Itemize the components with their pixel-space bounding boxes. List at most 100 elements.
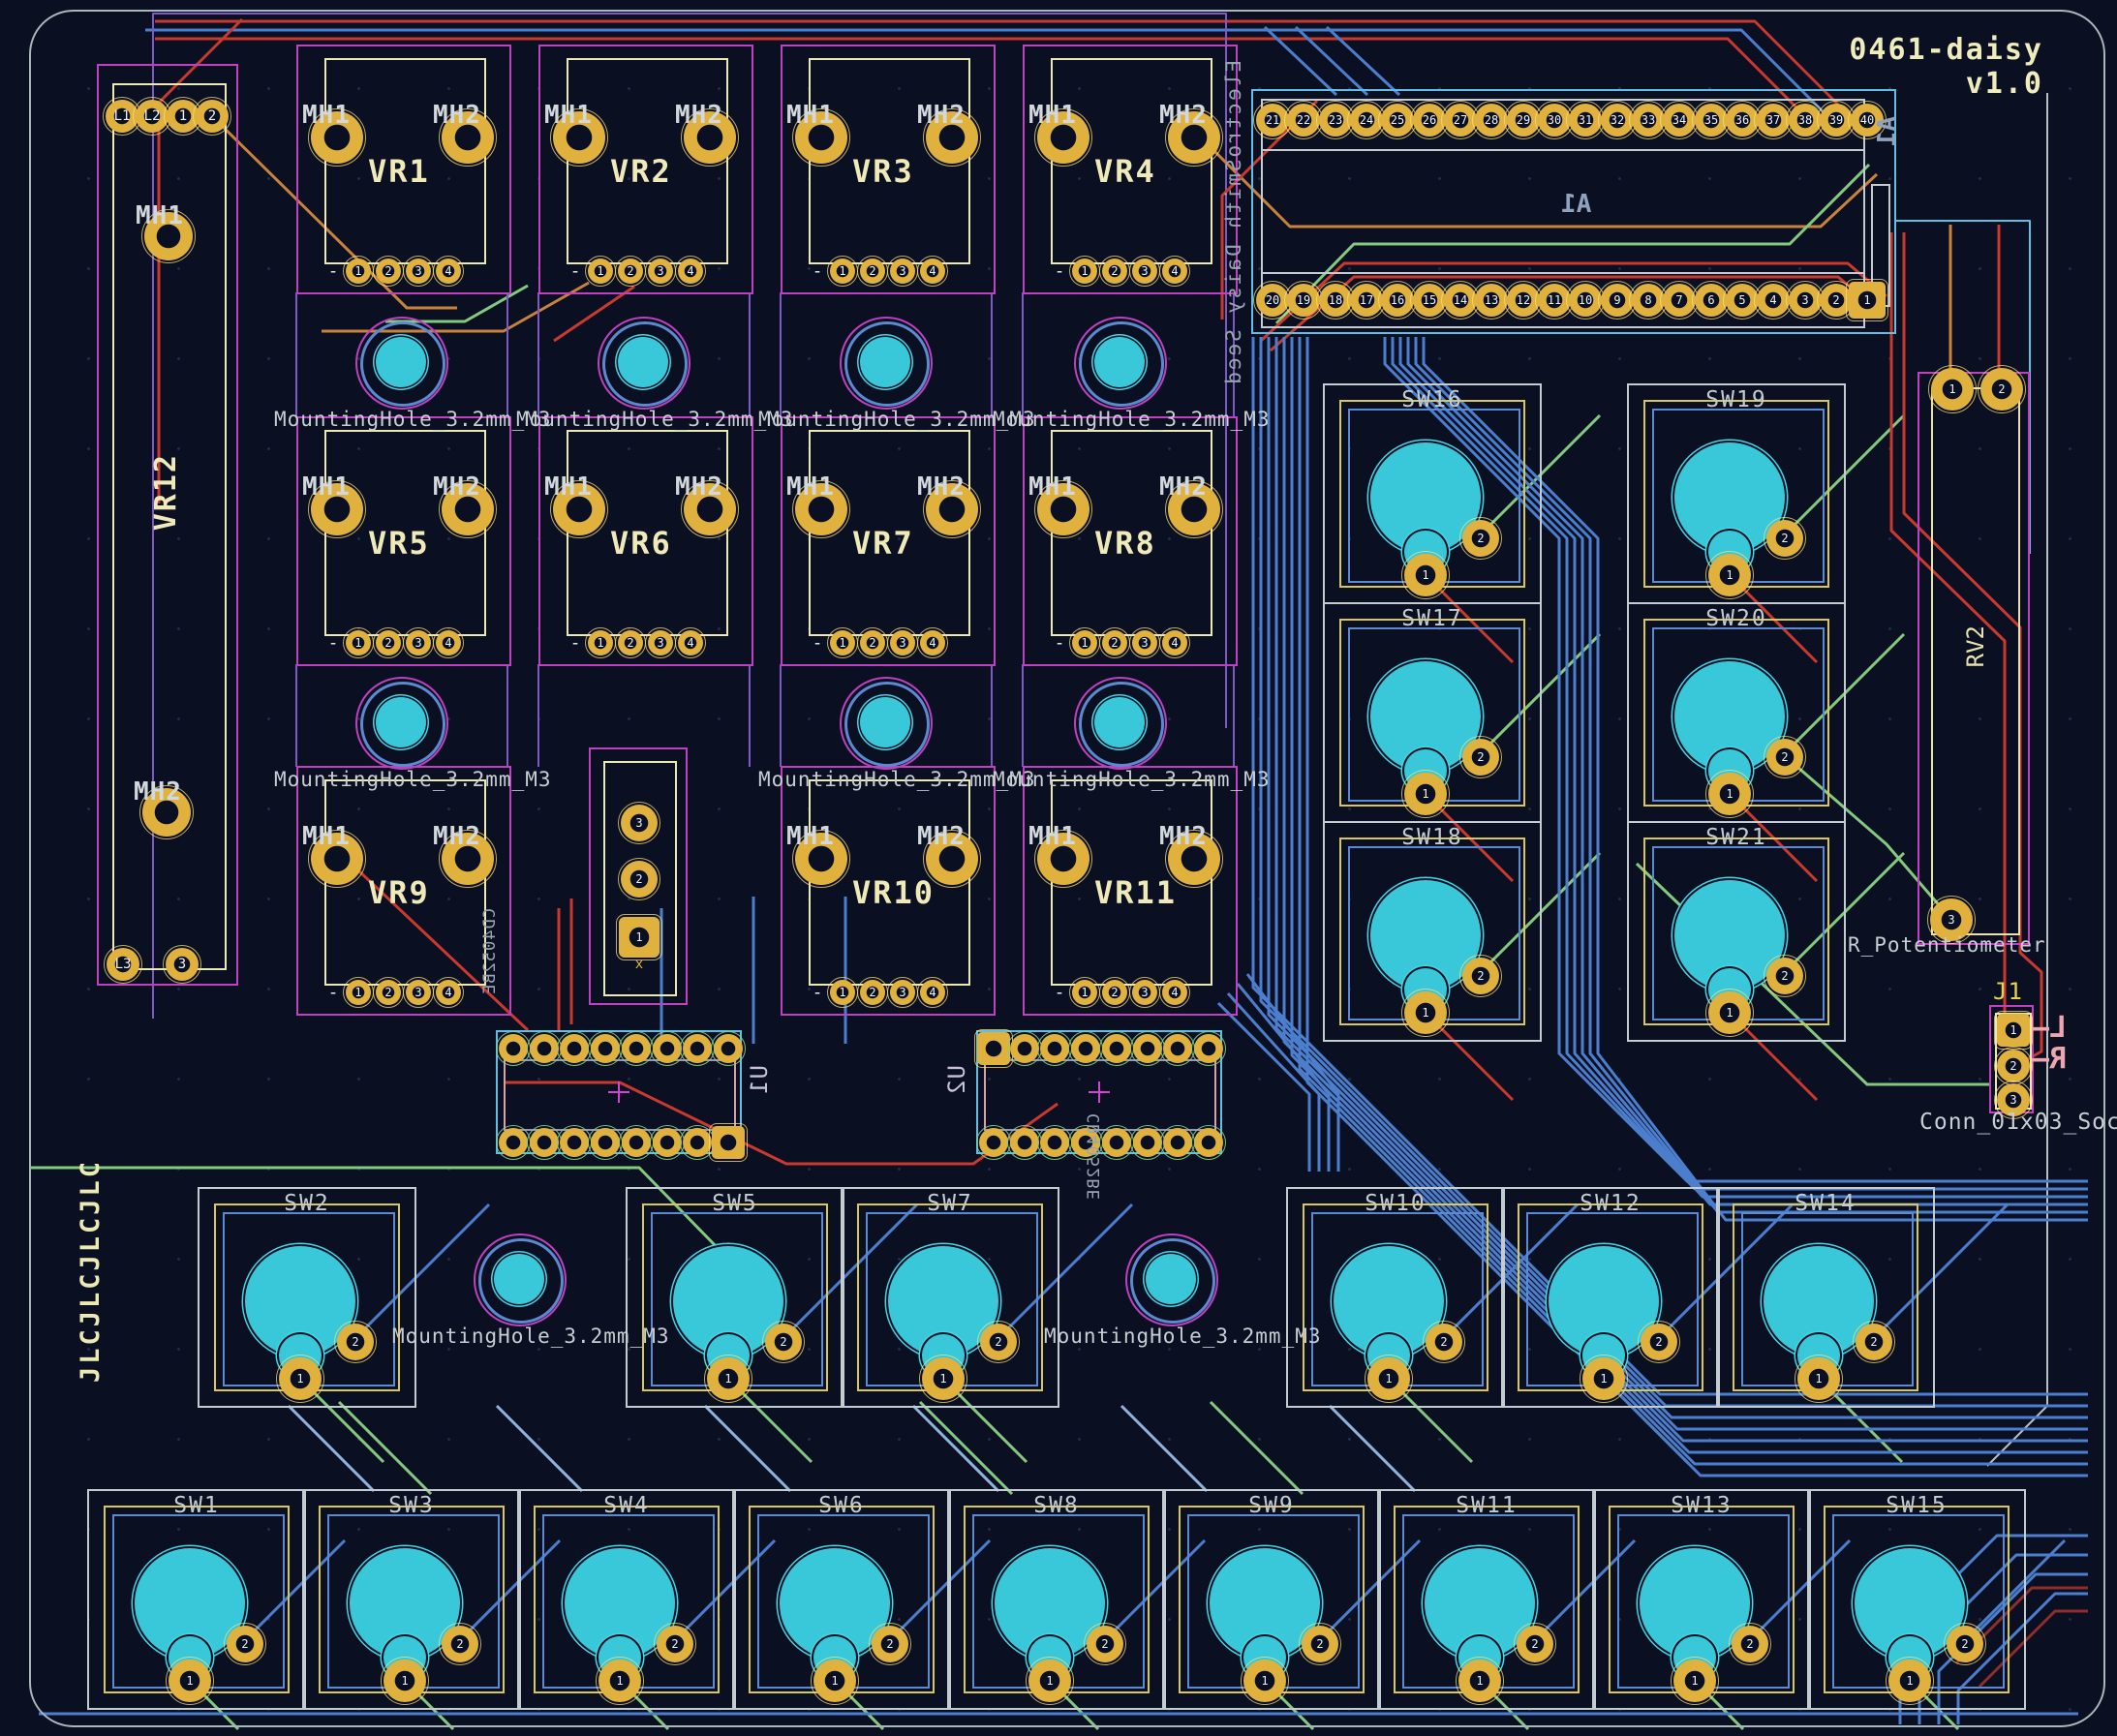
- VR11-pin-pad-number: 3: [1141, 986, 1148, 999]
- U1-pad[interactable]: [560, 1034, 589, 1063]
- footprint-sw12[interactable]: 12SW12: [1501, 1187, 1720, 1408]
- footprint-sw16[interactable]: 12SW16: [1323, 383, 1542, 604]
- footprint-sw15[interactable]: 12SW15: [1807, 1489, 2026, 1710]
- a1-pin-pad-number: 19: [1297, 293, 1310, 307]
- SW20-pad1-number: 1: [1726, 787, 1733, 801]
- SW21-pad2-number: 2: [1781, 969, 1788, 983]
- footprint-j1[interactable]: 123: [1989, 1005, 2034, 1113]
- U1-pad[interactable]: [714, 1034, 743, 1063]
- VR8-pin-pad-number: 1: [1081, 636, 1088, 650]
- U2-pad[interactable]: [979, 1128, 1008, 1157]
- mounting-hole[interactable]: [1125, 1233, 1218, 1326]
- U2-pad[interactable]: [1040, 1034, 1069, 1063]
- U2-pad[interactable]: [1133, 1128, 1162, 1157]
- footprint-sw3[interactable]: 12SW3: [302, 1489, 521, 1710]
- footprint-sw13[interactable]: 12SW13: [1592, 1489, 1811, 1710]
- U2-pad[interactable]: [1133, 1034, 1162, 1063]
- U1-pad[interactable]: [622, 1034, 651, 1063]
- footprint-vr2[interactable]: MH1MH2VR2-1234: [538, 45, 753, 294]
- footprint-u1[interactable]: [496, 1030, 742, 1154]
- U1-pad[interactable]: [683, 1034, 712, 1063]
- footprint-sw8[interactable]: 12SW8: [947, 1489, 1166, 1710]
- footprint-vr10[interactable]: MH1MH2VR10-1234: [781, 766, 996, 1016]
- VR2-pin-pad-number: 1: [597, 264, 603, 278]
- U1-pad[interactable]: [712, 1126, 745, 1159]
- U1-pad[interactable]: [530, 1034, 559, 1063]
- footprint-vr1[interactable]: MH1MH2VR1-1234: [296, 45, 511, 294]
- U1-pad[interactable]: [622, 1128, 651, 1157]
- U2-pad[interactable]: [1071, 1034, 1100, 1063]
- footprint-vr11[interactable]: MH1MH2VR11-1234: [1023, 766, 1238, 1016]
- footprint-vr9[interactable]: MH1MH2VR9-1234: [296, 766, 511, 1016]
- mounting-hole[interactable]: [598, 317, 690, 410]
- mounting-hole[interactable]: [840, 677, 933, 770]
- ref-label: VR10: [852, 874, 935, 911]
- mounting-hole[interactable]: [474, 1233, 567, 1326]
- footprint-sw21[interactable]: 12SW21: [1627, 821, 1846, 1042]
- footprint-sw5[interactable]: 12SW5: [626, 1187, 844, 1408]
- U2-pad[interactable]: [977, 1032, 1010, 1065]
- U2-pad[interactable]: [1102, 1128, 1131, 1157]
- VR8-pin-pad-number: 4: [1171, 636, 1178, 650]
- footprint-vr6[interactable]: MH1MH2VR6-1234: [538, 416, 753, 666]
- footprint-vr4[interactable]: MH1MH2VR4-1234: [1023, 45, 1238, 294]
- U2-pad[interactable]: [1040, 1128, 1069, 1157]
- j1-back-label-l: –L: [2032, 1011, 2067, 1045]
- footprint-sw17[interactable]: 12SW17: [1323, 602, 1542, 823]
- U2-pad[interactable]: [1010, 1128, 1039, 1157]
- pin1-marker: -: [813, 261, 823, 282]
- U1-pad[interactable]: [499, 1034, 528, 1063]
- back-part-text: CD4052BE: [480, 908, 500, 1063]
- a1-pin-pad-number: 24: [1360, 113, 1373, 127]
- U2-pad[interactable]: [1194, 1034, 1223, 1063]
- daisy-module-back-text: ElectroSmith Daisy Seed: [1222, 60, 1245, 476]
- VR1-pin-pad-number: 3: [414, 264, 421, 278]
- mounting-hole-drill: [860, 337, 910, 387]
- footprint-sw10[interactable]: 12SW10: [1286, 1187, 1505, 1408]
- footprint-sw4[interactable]: 12SW4: [517, 1489, 736, 1710]
- center-pot-pin1-marker: x: [635, 957, 643, 972]
- footprint-sw19[interactable]: 12SW19: [1627, 383, 1846, 604]
- footprint-vr8[interactable]: MH1MH2VR8-1234: [1023, 416, 1238, 666]
- U1-pad[interactable]: [653, 1128, 682, 1157]
- U1-pad[interactable]: [653, 1034, 682, 1063]
- U2-pad[interactable]: [1102, 1034, 1131, 1063]
- footprint-vr7[interactable]: MH1MH2VR7-1234: [781, 416, 996, 666]
- U1-pad[interactable]: [530, 1128, 559, 1157]
- mounting-hole[interactable]: [1074, 317, 1167, 410]
- mounting-hole-drill: [618, 337, 668, 387]
- footprint-sw7[interactable]: 12SW7: [841, 1187, 1059, 1408]
- U2-pad[interactable]: [1163, 1128, 1192, 1157]
- footprint-center-pot[interactable]: 321x: [589, 747, 688, 1005]
- footprint-rv2[interactable]: RV2 123: [1918, 372, 2030, 945]
- U2-pad[interactable]: [1194, 1128, 1223, 1157]
- U1-pad[interactable]: [591, 1034, 620, 1063]
- VR9-mh2-label: MH2: [433, 822, 481, 851]
- footprint-sw2[interactable]: 12SW2: [198, 1187, 416, 1408]
- footprint-sw18[interactable]: 12SW18: [1323, 821, 1542, 1042]
- footprint-sw6[interactable]: 12SW6: [732, 1489, 951, 1710]
- U1-pad[interactable]: [683, 1128, 712, 1157]
- U1-pad[interactable]: [560, 1128, 589, 1157]
- U2-pad[interactable]: [1010, 1034, 1039, 1063]
- mounting-hole[interactable]: [355, 677, 448, 770]
- VR11-pin-pad-number: 1: [1081, 986, 1088, 999]
- vr12-mh2-label: MH2: [134, 777, 182, 807]
- footprint-sw9[interactable]: 12SW9: [1162, 1489, 1381, 1710]
- mounting-hole[interactable]: [840, 317, 933, 410]
- a1-pin-pad-number: 22: [1297, 113, 1310, 127]
- U1-pad[interactable]: [591, 1128, 620, 1157]
- SW17-pad1-number: 1: [1422, 787, 1428, 801]
- mounting-hole[interactable]: [1074, 677, 1167, 770]
- footprint-sw1[interactable]: 12SW1: [87, 1489, 306, 1710]
- footprint-sw11[interactable]: 12SW11: [1377, 1489, 1596, 1710]
- footprint-vr5[interactable]: MH1MH2VR5-1234: [296, 416, 511, 666]
- pcb-editor-canvas[interactable]: 0461-daisy v1.0 JLCJLCJLCJLC ElectroSmit…: [0, 0, 2117, 1736]
- U1-pad[interactable]: [499, 1128, 528, 1157]
- U2-pad[interactable]: [1163, 1034, 1192, 1063]
- footprint-vr3[interactable]: MH1MH2VR3-1234: [781, 45, 996, 294]
- footprint-sw14[interactable]: 12SW14: [1716, 1187, 1935, 1408]
- footprint-sw20[interactable]: 12SW20: [1627, 602, 1846, 823]
- mounting-hole[interactable]: [355, 317, 448, 410]
- footprint-vr12[interactable]: VR12 L1L212MH1MH2L33: [97, 64, 238, 986]
